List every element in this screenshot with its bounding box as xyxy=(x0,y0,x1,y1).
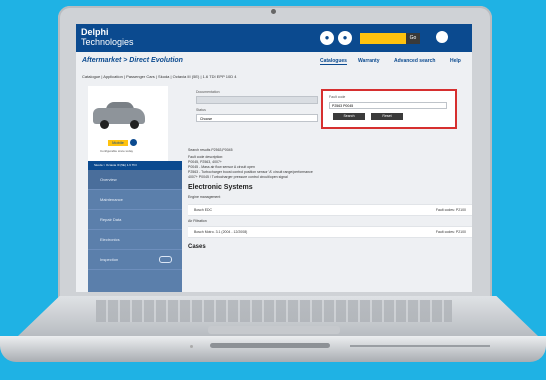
result-line: P0045 - Mass air flow sensor A circuit o… xyxy=(188,165,255,169)
brand-name: Delphi xyxy=(81,27,109,37)
search-button[interactable]: Search xyxy=(333,113,365,120)
breadcrumb: Catalogue | Application | Passenger Cars… xyxy=(82,74,237,79)
front-groove xyxy=(210,343,330,348)
status-select[interactable]: Choose xyxy=(196,114,318,122)
front-line xyxy=(350,345,490,347)
search-button[interactable]: Go xyxy=(406,33,420,44)
row-value: Fault codes: P2100 xyxy=(435,230,466,234)
result-line: P2563 - Turbocharger boost control posit… xyxy=(188,170,313,174)
tab-advanced-search[interactable]: Advanced search xyxy=(394,58,435,64)
section-title: Electronic Systems xyxy=(188,184,253,191)
reset-button[interactable]: Reset xyxy=(371,113,403,120)
result-line: 4007+ P0045 / Turbocharger pressure cont… xyxy=(188,175,288,179)
screen: Delphi Technologies ● ● Go Aftermarket >… xyxy=(76,24,472,292)
menu-item-inspection[interactable]: Inspection xyxy=(88,250,182,270)
car-icon[interactable]: ● xyxy=(320,31,334,45)
table-row[interactable]: Bosch EDC Fault codes: P2100 xyxy=(188,204,472,216)
page-title: Aftermarket > Direct Evolution xyxy=(82,57,183,64)
menu-item-overview[interactable]: Overview xyxy=(88,170,182,190)
wheel-icon xyxy=(130,120,139,129)
documentation-label: Documentation xyxy=(196,90,220,94)
camera-icon xyxy=(271,9,276,14)
row-label: Bosch EDC xyxy=(194,208,213,212)
status-label: Status xyxy=(196,108,206,112)
trackpad xyxy=(208,326,340,334)
laptop-front xyxy=(0,336,546,362)
tab-warranty[interactable]: Warranty xyxy=(358,58,380,64)
app-header: Delphi Technologies ● ● Go xyxy=(76,24,472,52)
search-results-line: Search results P2563,P0045 xyxy=(188,148,233,152)
fault-code-input[interactable]: P2563 P0045 xyxy=(329,102,447,109)
menu-item-electronics[interactable]: Electronics xyxy=(88,230,182,250)
search-input[interactable] xyxy=(360,33,406,44)
tool-icon[interactable]: ● xyxy=(338,31,352,45)
main-content: Documentation Status Choose Fault code P… xyxy=(188,84,472,292)
row-group-label: Air Filtration xyxy=(188,219,207,223)
fault-description-title: Fault code description: xyxy=(188,155,224,159)
fault-code-panel: Fault code P2563 P0045 Search Reset xyxy=(321,89,457,129)
mobile-badge[interactable]: Mobile xyxy=(108,140,128,146)
result-line: P0045, P2563, 4007+ xyxy=(188,160,222,164)
led-icon xyxy=(190,345,193,348)
brand-subtitle: Technologies xyxy=(81,37,134,47)
row-label: Bosch Motro. 3.1 (2004 - 12/2008) xyxy=(194,230,248,234)
table-row[interactable]: Bosch Motro. 3.1 (2004 - 12/2008) Fault … xyxy=(188,226,472,238)
vehicle-subtext: Configurable since today xyxy=(100,149,134,153)
tab-catalogues[interactable]: Catalogues xyxy=(320,58,347,65)
vehicle-bar[interactable]: Skoda > Octavia III (5E) 1.6 TDI xyxy=(88,161,182,170)
menu-item-maintenance[interactable]: Maintenance xyxy=(88,190,182,210)
wheel-icon xyxy=(100,120,109,129)
section-subtitle: Engine management xyxy=(188,195,221,199)
toggle-icon[interactable] xyxy=(159,256,172,263)
tab-help[interactable]: Help xyxy=(450,58,461,64)
side-menu: Overview Maintenance Repair Data Electro… xyxy=(88,170,182,292)
user-icon[interactable] xyxy=(436,31,448,43)
keyboard xyxy=(96,300,452,322)
info-icon[interactable] xyxy=(130,139,137,146)
section-title-cases: Cases xyxy=(188,244,206,250)
row-value: Fault codes: P2100 xyxy=(435,208,466,212)
fault-code-label: Fault code xyxy=(329,95,346,99)
menu-item-repair-data[interactable]: Repair Data xyxy=(88,210,182,230)
documentation-select[interactable] xyxy=(196,96,318,104)
